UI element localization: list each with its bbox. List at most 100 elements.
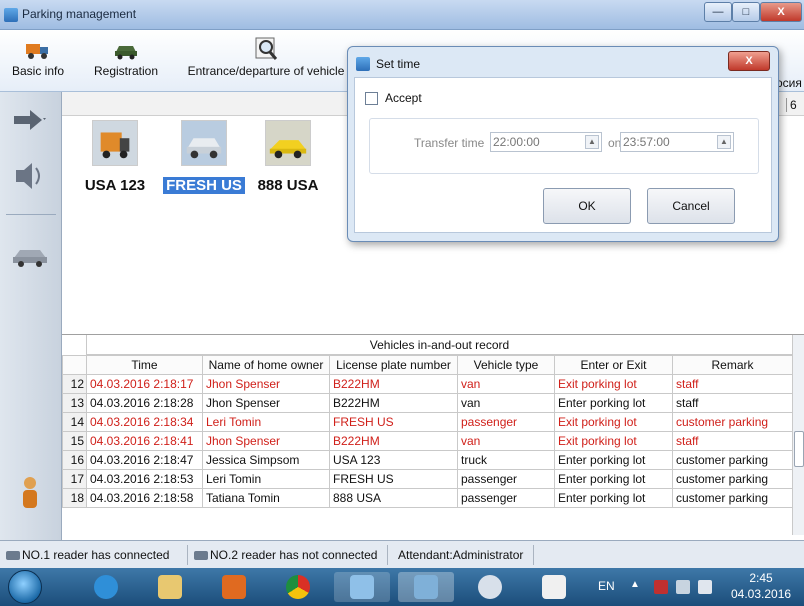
vehicle-label: USA 123 (84, 177, 146, 194)
minimize-button[interactable]: — (704, 2, 732, 22)
table-row[interactable]: 18 04.03.2016 2:18:58 Tatiana Tomin 888 USA… (62, 488, 793, 508)
ie-icon (94, 575, 118, 599)
paint-icon (478, 575, 502, 599)
flag-icon[interactable] (654, 580, 668, 594)
taskbar-parking[interactable] (398, 572, 454, 602)
dialog-title: Set time (376, 57, 421, 71)
cell-type: passenger (457, 469, 555, 489)
app-window-icon (350, 575, 374, 599)
column-header-plate[interactable]: License plate number (329, 355, 458, 375)
cell-owner: Tatiana Tomin (202, 488, 330, 508)
dialog-app-icon (356, 57, 370, 71)
speaker-icon[interactable] (10, 158, 50, 194)
language-indicator[interactable]: EN (598, 579, 615, 593)
maximize-button[interactable]: □ (732, 2, 760, 22)
column-header-time[interactable]: Time (86, 355, 203, 375)
network-icon[interactable] (676, 580, 690, 594)
reader2-status-text: NO.2 reader has not connected (210, 548, 378, 562)
cell-remark: customer parking (672, 450, 793, 470)
row-index: 14 (62, 412, 87, 432)
reader1-status: NO.1 reader has connected (4, 545, 188, 565)
vehicle-item[interactable]: 888 USA (248, 120, 328, 194)
accept-checkbox[interactable] (365, 92, 378, 105)
taskbar-media[interactable] (206, 572, 262, 602)
sidebar-divider (6, 214, 56, 215)
entrance-departure-label: Entrance/departure of vehicle (187, 64, 345, 78)
table-row[interactable]: 15 04.03.2016 2:18:41 Jhon Spenser B222HM va… (62, 431, 793, 451)
spinner-icon[interactable]: ▲ (585, 135, 599, 149)
cell-owner: Jhon Spenser (202, 393, 330, 413)
cell-time: 04.03.2016 2:18:41 (86, 431, 203, 451)
column-header-owner[interactable]: Name of home owner (202, 355, 330, 375)
cell-remark: customer parking (672, 469, 793, 489)
table-row[interactable]: 17 04.03.2016 2:18:53 Leri Tomin FRESH US pa… (62, 469, 793, 489)
cell-owner: Jessica Simpsom (202, 450, 330, 470)
transfer-time-group: Transfer time 22:00:00 ▲ on 23:57:00 ▲ (369, 118, 759, 174)
folder-icon (158, 575, 182, 599)
clock-time[interactable]: 2:45 (741, 571, 781, 585)
cell-action: Enter porking lot (554, 450, 673, 470)
cancel-button[interactable]: Cancel (647, 188, 735, 224)
car-icon (115, 46, 137, 60)
clock-date[interactable]: 04.03.2016 (731, 587, 791, 601)
table-row[interactable]: 16 04.03.2016 2:18:47 Jessica Simpsom USA 1… (62, 450, 793, 470)
media-player-icon (222, 575, 246, 599)
volume-icon[interactable] (698, 580, 712, 594)
cell-time: 04.03.2016 2:18:34 (86, 412, 203, 432)
cell-action: Exit porking lot (554, 431, 673, 451)
cell-plate: B222HM (329, 374, 458, 394)
vehicle-item-selected[interactable]: FRESH US (158, 120, 250, 194)
taskbar-paint[interactable] (462, 572, 518, 602)
taskbar-chrome[interactable] (270, 572, 326, 602)
cell-remark: customer parking (672, 412, 793, 432)
column-header-action[interactable]: Enter or Exit (554, 355, 673, 375)
dialog-close-button[interactable]: X (728, 51, 770, 71)
registration-button[interactable]: Registration (78, 32, 174, 78)
column-header-index (62, 355, 87, 375)
cell-type: passenger (457, 412, 555, 432)
row-index: 18 (62, 488, 87, 508)
cell-plate: B222HM (329, 431, 458, 451)
start-button[interactable] (8, 570, 42, 604)
cell-remark: customer parking (672, 488, 793, 508)
vehicle-item[interactable]: USA 123 (76, 120, 154, 194)
scrollbar-thumb[interactable] (794, 431, 804, 467)
basic-info-button[interactable]: Basic info (2, 32, 74, 78)
table-scrollbar[interactable] (792, 335, 804, 535)
tray-expand-icon[interactable]: ▲ (630, 579, 640, 590)
records-table-panel: Vehicles in-and-out record Time Name of … (62, 334, 804, 535)
taskbar-explorer[interactable] (142, 572, 198, 602)
cell-plate: 888 USA (329, 488, 458, 508)
cell-time: 04.03.2016 2:18:58 (86, 488, 203, 508)
car-side-icon[interactable] (10, 236, 50, 272)
cell-action: Exit porking lot (554, 412, 673, 432)
cell-type: truck (457, 450, 555, 470)
table-row[interactable]: 12 04.03.2016 2:18:17 Jhon Spenser B222HM va… (62, 374, 793, 394)
taskbar-tool[interactable] (526, 572, 582, 602)
vehicle-label: FRESH US (163, 177, 245, 194)
transfer-time-from-field[interactable]: 22:00:00 ▲ (490, 132, 602, 152)
user-icon (23, 477, 37, 508)
suv-icon (181, 120, 227, 166)
accept-label[interactable]: Accept (385, 91, 422, 105)
taskbar-app[interactable] (334, 572, 390, 602)
arrow-right-icon[interactable] (10, 102, 50, 138)
reader-icon (194, 551, 208, 560)
cell-time: 04.03.2016 2:18:47 (86, 450, 203, 470)
spinner-icon[interactable]: ▲ (717, 135, 731, 149)
column-header-remark[interactable]: Remark (672, 355, 793, 375)
entrance-departure-button[interactable]: Entrance/departure of vehicle (178, 32, 354, 78)
taskbar-ie[interactable] (78, 572, 134, 602)
transfer-time-to-field[interactable]: 23:57:00 ▲ (620, 132, 734, 152)
toolbar-cut-label[interactable]: осия (776, 76, 802, 90)
close-button[interactable]: X (760, 2, 802, 22)
time-to-value: 23:57:00 (623, 135, 670, 149)
left-sidebar (0, 92, 62, 540)
cell-plate: FRESH US (329, 469, 458, 489)
column-header-type[interactable]: Vehicle type (457, 355, 555, 375)
cell-plate: FRESH US (329, 412, 458, 432)
table-row[interactable]: 13 04.03.2016 2:18:28 Jhon Spenser B222HM va… (62, 393, 793, 413)
table-row[interactable]: 14 04.03.2016 2:18:34 Leri Tomin FRESH US pa… (62, 412, 793, 432)
cell-remark: staff (672, 374, 793, 394)
ok-button[interactable]: OK (543, 188, 631, 224)
